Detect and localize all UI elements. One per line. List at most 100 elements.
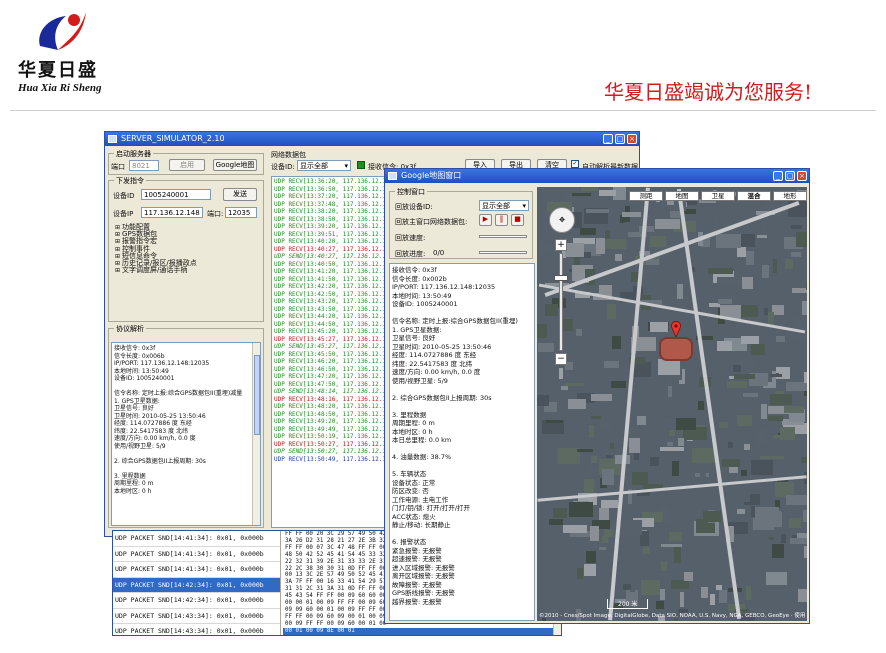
map-tile [559, 368, 563, 379]
gps-detail-line: 防区改变: 否 [392, 487, 429, 495]
map-tile [668, 386, 672, 397]
map-tab-hybrid[interactable]: 混合 [737, 191, 771, 201]
map-road [537, 475, 807, 502]
gps-detail-line: GPS断线报警: 无报警 [392, 589, 455, 597]
map-tile [569, 502, 593, 517]
stop-icon: ■ [514, 215, 521, 223]
send-button[interactable]: 发送 [223, 188, 257, 201]
map-tile [577, 568, 583, 579]
protocol-scrollbar[interactable] [252, 343, 260, 525]
protocol-line: 信令名称: 定时上报:综合GPS数据包II(重埋)减量 [114, 390, 243, 397]
network-log-row: UDP SEND[13:45:27, 117.136.12.148:1 [274, 343, 386, 350]
auto-parse-checkbox[interactable]: ✓ [571, 160, 579, 168]
map-tab-satellite[interactable]: 卫星 [701, 191, 735, 201]
replay-progress-slider[interactable] [479, 251, 527, 254]
google-minimize-icon[interactable]: _ [773, 171, 783, 181]
map-tile [650, 236, 666, 247]
network-log-row: UDP RECV[13:47:50, 117.136.12.148:12 [274, 380, 386, 388]
map-tile [581, 187, 598, 191]
zoom-slider-thumb[interactable] [554, 275, 568, 281]
gps-detail-line: 经度: 114.0727886 度 东经 [392, 351, 477, 359]
zoom-out-icon[interactable]: − [555, 353, 567, 365]
port-input[interactable]: 8021 [129, 160, 159, 171]
simulator-titlebar[interactable]: SERVER_SIMULATOR_2.10 _ □ × [105, 132, 639, 146]
map-tile [591, 456, 597, 463]
gps-detail-line: 速度/方向: 0.00 km/h, 0.0 度 [392, 368, 481, 376]
protocol-title: 协议解析 [114, 324, 146, 334]
map-tile [766, 572, 787, 585]
protocol-line: 接收信令: 0x3f [114, 345, 156, 352]
map-tile [619, 520, 642, 535]
packet-send-log[interactable]: UDP PACKET SND[14:41:34]: 0x01, 0x000b UD… [113, 531, 281, 635]
network-packet-log[interactable]: UDP RECV[13:36:20, 117.136.12.148:12 UDP … [271, 176, 387, 528]
protocol-line: 本地时区: 0 h [114, 487, 152, 495]
zoom-in-icon[interactable]: + [555, 239, 567, 251]
enable-button[interactable]: 启用 [169, 159, 205, 171]
map-tile [641, 580, 660, 595]
satellite-map[interactable]: 测距 地图 卫星 混合 地形 ✥ + − 200 米 ©2010 - Cnes/Spot… [537, 187, 807, 621]
replay-speed-slider[interactable] [479, 235, 527, 238]
device-port-input[interactable]: 12035 [225, 207, 257, 218]
network-log-row: UDP RECV[13:36:20, 117.136.12.148:12 [274, 178, 386, 185]
network-log-row: UDP RECV[13:41:20, 117.136.12.148:12 [274, 268, 386, 275]
device-ip-input[interactable]: 117.136.12.148 [141, 207, 203, 218]
map-tile [599, 424, 610, 429]
minimize-icon[interactable]: _ [603, 134, 613, 144]
map-tile [708, 268, 733, 274]
google-maximize-icon[interactable]: □ [785, 171, 795, 181]
google-map-button[interactable]: Google地图 [213, 159, 257, 171]
map-tile [553, 508, 567, 518]
google-titlebar[interactable]: Google地图窗口 _ □ × [385, 169, 809, 183]
gps-detail-line: 卫星时间: 2010-05-25 13:50:46 [392, 342, 492, 351]
protocol-line: 速度/方向: 0.00 km/h, 0.0 度 [114, 435, 196, 442]
map-tile [698, 401, 704, 410]
stop-button[interactable]: ■ [511, 214, 524, 226]
maximize-icon[interactable]: □ [615, 134, 625, 144]
tree-item[interactable]: 文字调度屏/通话手柄 [115, 267, 255, 274]
map-tab-measure[interactable]: 测距 [629, 191, 663, 201]
map-tile [549, 519, 563, 525]
map-tile [599, 190, 616, 196]
protocol-parse-output[interactable]: 接收信令: 0x3f 信令长度: 0x006b IP/PORT: 117.136.1… [111, 342, 261, 526]
network-log-row: UDP RECV[13:37:48, 117.136.12.148:12 [274, 200, 386, 208]
gps-detail-line: ACC状态: 熄火 [392, 512, 436, 521]
map-tile [646, 259, 659, 265]
send-command-title: 下发指令 [114, 176, 146, 186]
map-attribution[interactable]: ©2010 - Cnes/Spot Image, DigitalGlobe, D… [539, 611, 805, 619]
map-tile [733, 365, 741, 372]
network-log-row: UDP RECV[13:45:27, 117.136.12.148:12 [274, 335, 386, 343]
device-id-input[interactable]: 1005240001 [141, 189, 211, 200]
map-tile [604, 361, 619, 368]
network-log-row: UDP RECV[13:40:50, 117.136.12.148:12 [274, 260, 386, 268]
replay-chevron-down-icon: ▾ [522, 202, 526, 210]
google-close-icon[interactable]: × [797, 171, 807, 181]
pause-button[interactable]: ‖ [495, 214, 508, 226]
play-button[interactable]: ▶ [479, 214, 492, 226]
network-log-row: UDP RECV[13:50:49, 117.136.12.148:12 [274, 455, 386, 463]
close-icon[interactable]: × [627, 134, 637, 144]
map-pan-control[interactable]: ✥ [549, 207, 575, 233]
replay-id-select[interactable]: 显示全部 ▾ [479, 200, 529, 211]
map-tile [760, 456, 784, 459]
map-tile [588, 468, 597, 472]
gps-detail-panel[interactable]: 接收信令: 0x3f 信令长度: 0x002b IP/PORT: 117.136.1… [389, 263, 535, 621]
map-tile [751, 344, 765, 355]
protocol-scroll-thumb[interactable] [254, 355, 260, 435]
map-tile [718, 299, 732, 304]
network-device-select[interactable]: 显示全部 ▾ [297, 160, 351, 171]
gps-detail-line [390, 530, 534, 539]
gps-detail-line [390, 309, 534, 318]
map-tab-map[interactable]: 地图 [665, 191, 699, 201]
network-log-row: UDP RECV[13:49:20, 117.136.12.148:12 [274, 418, 386, 425]
command-tree[interactable]: 功能配置GPS数据包报警指令宏控制事件短信息命令历史记录/报区/报播政点文字调度… [115, 223, 255, 280]
replay-speed-label: 回放速度: [395, 234, 426, 242]
map-tile [684, 572, 693, 581]
map-tile [584, 564, 596, 576]
zoom-slider[interactable] [559, 253, 563, 351]
gps-detail-line: 接收信令: 0x3f [392, 266, 437, 274]
map-tile [703, 511, 721, 522]
map-tile [546, 420, 563, 423]
map-tab-terrain[interactable]: 地形 [773, 191, 807, 201]
map-tile [763, 222, 767, 229]
recv-status-icon [357, 161, 365, 169]
